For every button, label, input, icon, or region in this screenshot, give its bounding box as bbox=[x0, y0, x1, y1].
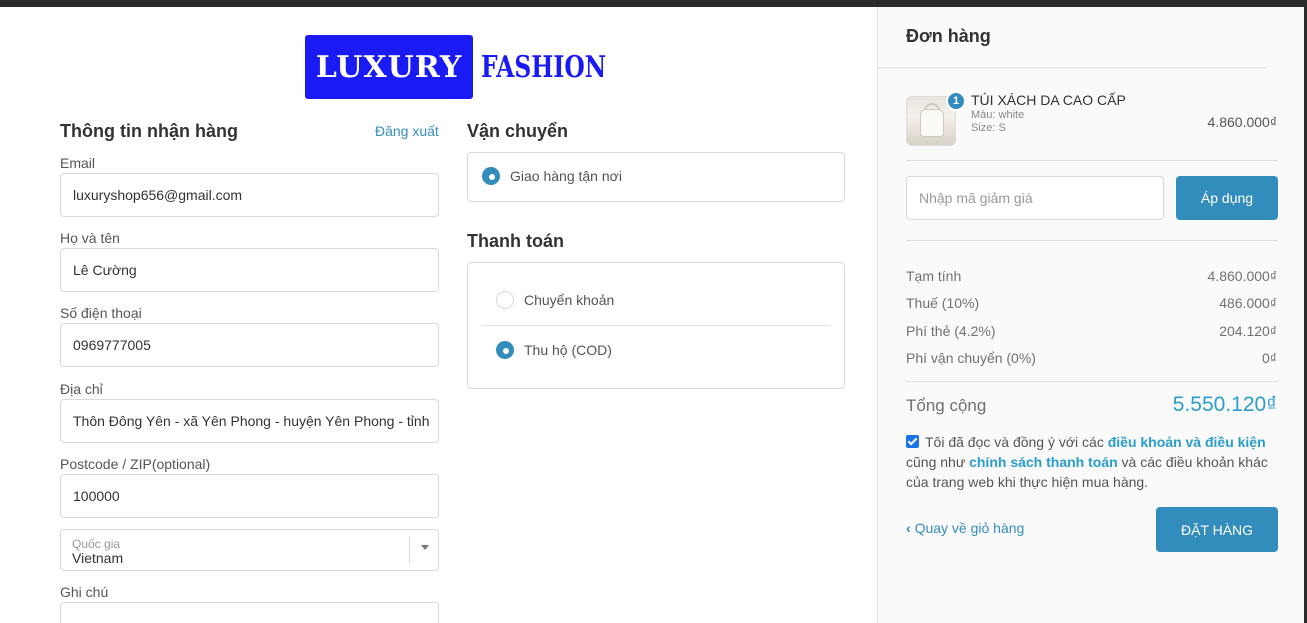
logout-link[interactable]: Đăng xuất bbox=[375, 123, 439, 139]
payment-option-transfer[interactable]: Chuyển khoản bbox=[496, 291, 614, 309]
phone-field[interactable]: 0969777005 bbox=[60, 323, 439, 367]
note-field[interactable] bbox=[60, 602, 439, 623]
product-name: TÚI XÁCH DA CAO CẤP bbox=[971, 92, 1126, 108]
address-label: Địa chỉ bbox=[60, 381, 103, 397]
brand-logo[interactable]: LUXURY FASHION bbox=[305, 35, 641, 99]
shipping-fee-value: 0₫ bbox=[1262, 350, 1277, 366]
back-to-cart-link[interactable]: ‹ Quay về giỏ hàng bbox=[906, 520, 1024, 536]
shipping-option-label: Giao hàng tận nơi bbox=[510, 168, 622, 184]
checkout-main: LUXURY FASHION Thông tin nhận hàng Đăng … bbox=[0, 7, 877, 623]
phone-label: Số điện thoại bbox=[60, 305, 142, 321]
tax-label: Thuế (10%) bbox=[906, 295, 980, 311]
radio-selected-icon[interactable] bbox=[496, 341, 514, 359]
shipping-box: Giao hàng tận nơi bbox=[467, 152, 845, 202]
subtotal-value: 4.860.000₫ bbox=[1207, 268, 1277, 284]
shipping-fee-label: Phí vận chuyển (0%) bbox=[906, 350, 1036, 366]
email-field[interactable]: luxuryshop656@gmail.com bbox=[60, 173, 439, 217]
shipping-title: Vận chuyển bbox=[467, 121, 569, 141]
logo-fashion: FASHION bbox=[481, 49, 607, 85]
country-select[interactable]: Quốc gia Vietnam bbox=[60, 529, 439, 571]
place-order-button[interactable]: ĐẶT HÀNG bbox=[1156, 507, 1278, 552]
divider bbox=[906, 240, 1278, 241]
product-price: 4.860.000₫ bbox=[1207, 114, 1277, 130]
product-color: Màu: white bbox=[971, 109, 1025, 121]
payment-title: Thanh toán bbox=[467, 231, 564, 251]
divider bbox=[906, 160, 1278, 161]
payment-option-label: Chuyển khoản bbox=[524, 292, 615, 308]
payment-option-label: Thu hộ (COD) bbox=[524, 342, 612, 358]
terms-text: Tôi đã đọc và đồng ý với các bbox=[925, 434, 1108, 450]
divider bbox=[906, 381, 1278, 382]
card-fee-label: Phí thẻ (4.2%) bbox=[906, 323, 996, 339]
terms-agreement: Tôi đã đọc và đồng ý với các điều khoản … bbox=[906, 432, 1278, 492]
subtotal-label: Tạm tính bbox=[906, 268, 962, 284]
order-title: Đơn hàng bbox=[906, 26, 991, 46]
postcode-field[interactable]: 100000 bbox=[60, 474, 439, 518]
note-label: Ghi chú bbox=[60, 584, 109, 600]
apply-discount-button[interactable]: Áp dụng bbox=[1176, 176, 1278, 220]
payment-policy-link[interactable]: chính sách thanh toán bbox=[969, 454, 1118, 470]
payment-box: Chuyển khoản Thu hộ (COD) bbox=[467, 262, 845, 389]
radio-selected-icon[interactable] bbox=[482, 167, 500, 185]
terms-text: cũng như bbox=[906, 454, 970, 470]
total-label: Tổng cộng bbox=[906, 396, 987, 415]
name-label: Họ và tên bbox=[60, 230, 120, 246]
delivery-info-title: Thông tin nhận hàng bbox=[60, 121, 238, 141]
card-fee-value: 204.120₫ bbox=[1219, 323, 1277, 339]
total-value: 5.550.120₫ bbox=[1172, 393, 1277, 416]
product-size: Size: S bbox=[971, 122, 1006, 134]
terms-link[interactable]: điều khoản và điều kiện bbox=[1108, 434, 1266, 450]
order-summary-sidebar: Đơn hàng 1 TÚI XÁCH DA CAO CẤP Màu: whit… bbox=[877, 7, 1304, 623]
back-to-cart-label: Quay về giỏ hàng bbox=[914, 520, 1025, 536]
tax-value: 486.000₫ bbox=[1219, 295, 1277, 311]
window-top-bar bbox=[0, 0, 1307, 7]
name-field[interactable]: Lê Cường bbox=[60, 248, 439, 292]
postcode-label: Postcode / ZIP(optional) bbox=[60, 456, 211, 472]
chevron-left-icon: ‹ bbox=[906, 520, 911, 536]
country-label: Quốc gia bbox=[72, 537, 121, 551]
bag-body-shape bbox=[920, 109, 944, 137]
select-separator bbox=[409, 537, 410, 563]
email-label: Email bbox=[60, 155, 96, 171]
logo-luxury: LUXURY bbox=[305, 35, 473, 99]
chevron-down-icon[interactable] bbox=[421, 545, 429, 550]
sidebar-header-divider bbox=[878, 67, 1266, 68]
terms-checkbox[interactable] bbox=[906, 435, 919, 448]
quantity-badge: 1 bbox=[946, 91, 966, 111]
shipping-option[interactable]: Giao hàng tận nơi bbox=[482, 167, 622, 185]
payment-divider bbox=[482, 325, 830, 326]
country-value: Vietnam bbox=[72, 550, 124, 566]
payment-option-cod[interactable]: Thu hộ (COD) bbox=[496, 341, 612, 359]
address-field[interactable]: Thôn Đông Yên - xã Yên Phong - huyện Yên… bbox=[60, 399, 439, 443]
discount-code-input[interactable]: Nhập mã giảm giá bbox=[906, 176, 1164, 220]
radio-unselected-icon[interactable] bbox=[496, 291, 514, 309]
